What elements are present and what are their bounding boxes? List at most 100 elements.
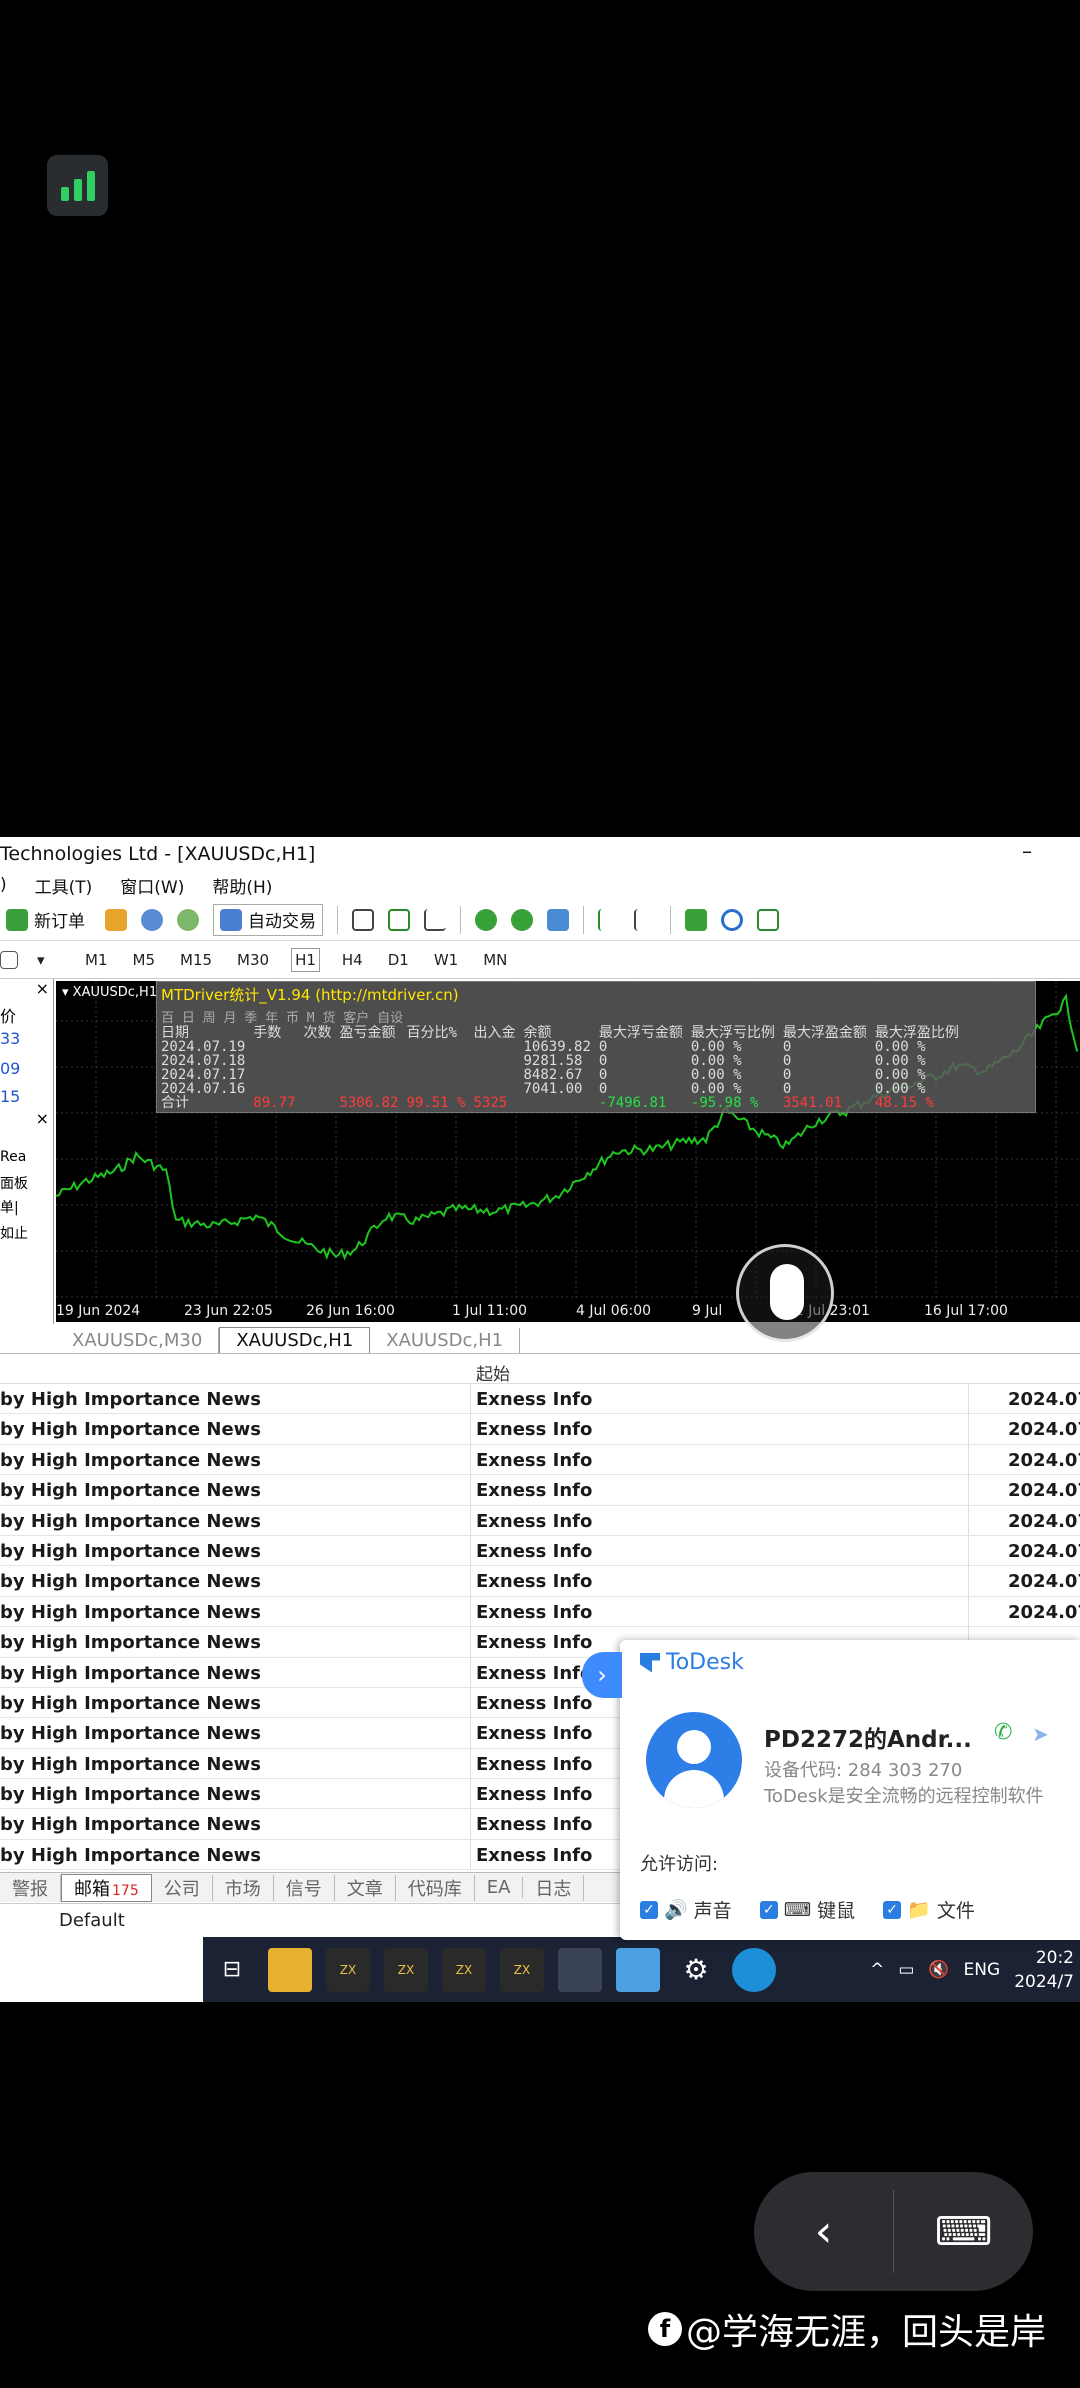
stats-row: 2024.07.16 7041.00 0 0.00 % 0 0.00 % [161,1082,967,1096]
stats-cell: 0 [782,1053,792,1069]
close-icon[interactable]: × [36,979,49,998]
overlay-menu[interactable]: 百 日 周 月 季 年 币 M 货 客户 自设 [157,1007,1035,1026]
exness-terminal-icon[interactable]: ZX [326,1947,370,1992]
exness-terminal-icon[interactable]: ZX [384,1947,428,1992]
tab-terminal-2[interactable]: 公司 [152,1874,213,1901]
checkbox-checked-icon[interactable]: ✓ [640,1900,658,1919]
close-icon[interactable]: × [36,1109,49,1128]
muted-speaker-icon[interactable]: 🔇 [928,1960,949,1980]
tab-chart-h1-2[interactable]: XAUUSDc,H1 [370,1328,521,1353]
chart-shift-icon[interactable] [598,908,620,931]
auto-trade-button[interactable]: 自动交易 [213,903,323,936]
exness-terminal-icon[interactable]: ZX [500,1947,544,1992]
table-row[interactable]: by High Importance News Exness Info 2024.0… [0,1475,1080,1506]
terminal-active-icon[interactable] [558,1947,602,1992]
clock[interactable]: 20:2 2024/7 [1014,1946,1074,1994]
panel-text: 单| [0,1200,19,1216]
tf-m30[interactable]: M30 [234,949,272,971]
pointer-icon[interactable]: ➤ [1032,1722,1049,1746]
task-view-icon[interactable]: ⊟ [210,1948,254,1992]
checkbox-checked-icon[interactable]: ✓ [759,1900,778,1919]
table-row[interactable]: by High Importance News Exness Info 2024.0… [0,1384,1080,1415]
tf-w1[interactable]: W1 [431,949,461,971]
language-indicator[interactable]: ENG [964,1960,1001,1980]
menu-item-window[interactable]: 窗口(W) [120,873,184,898]
tab-terminal-1[interactable]: 邮箱 175 [61,1873,152,1902]
stats-table: 日期 手数 次数 盈亏金额 百分比% 出入金 余额 最大浮亏金额 最大浮亏比例 最大浮盈金额 最大浮… [161,1026,967,1110]
stats-cell: 0 [782,1081,792,1097]
network-icon[interactable]: ▭ [898,1960,914,1980]
new-order-button[interactable]: 新订单 [0,904,91,936]
watermark: f @学海无涯，回头是岸 [648,2303,1046,2355]
option-keyboard-mouse[interactable]: ✓ ⌨ 键鼠 [759,1896,855,1923]
tile-windows-icon[interactable] [547,908,569,931]
users-icon[interactable] [141,908,163,931]
edge-browser-icon[interactable] [732,1947,776,1992]
time-axis-label: 26 Jun 16:00 [306,1303,395,1319]
collapse-arrow-button[interactable]: › [582,1652,622,1698]
arrows-tool-icon[interactable]: ▾ [37,951,63,969]
tab-chart-h1[interactable]: XAUUSDc,H1 [219,1327,371,1353]
stats-cell: 48.15 % [874,1095,934,1111]
option-sound[interactable]: ✓ 🔊 声音 [640,1896,732,1923]
table-row[interactable]: by High Importance News Exness Info 2024.0… [0,1566,1080,1597]
stats-cell [406,1040,473,1054]
indicators-icon[interactable] [685,908,707,931]
bar-chart-icon[interactable] [352,908,374,931]
column-header-source[interactable]: 起始 [476,1360,510,1385]
tab-terminal-3[interactable]: 市场 [213,1874,274,1901]
back-button[interactable]: ‹ [754,2172,893,2291]
tf-d1[interactable]: D1 [385,949,412,971]
chevron-up-icon[interactable]: ^ [870,1960,884,1980]
tab-terminal-7[interactable]: EA [475,1877,524,1898]
price-chart[interactable]: ▾ XAUUSDc,H1 MTDriver统计_V1.94 (http://mt… [56,981,1080,1322]
text-tool-icon[interactable] [0,950,18,969]
tab-terminal-0[interactable]: 警报 [0,1874,61,1901]
table-row[interactable]: by High Importance News Exness Info 2024.0… [0,1505,1080,1536]
table-row[interactable]: by High Importance News Exness Info 2024.0… [0,1596,1080,1628]
zoom-out-icon[interactable] [511,908,533,931]
tab-terminal-8[interactable]: 日志 [523,1874,585,1901]
news-source: Exness Info [476,1784,593,1806]
table-row[interactable]: by High Importance News Exness Info 2024.0… [0,1414,1080,1445]
mtdriver-stats-overlay[interactable]: MTDriver统计_V1.94 (http://mtdriver.cn) 百 … [156,981,1036,1113]
news-source: Exness Info [476,1601,593,1623]
zoom-in-icon[interactable] [475,908,497,931]
minimize-button[interactable]: – [1022,839,1032,863]
signal-stats-button[interactable] [47,155,108,216]
line-chart-icon[interactable] [424,908,446,931]
candlestick-icon[interactable] [388,908,410,931]
remote-app-icon[interactable] [616,1947,660,1992]
tf-m15[interactable]: M15 [177,949,215,971]
menu-item-prefix[interactable]: ) [0,875,7,895]
file-explorer-icon[interactable] [268,1947,312,1992]
exness-terminal-icon[interactable]: ZX [442,1947,486,1992]
navigator-panel[interactable]: × 价 33 09 15 × Rea 面板 单| 如止 [0,979,54,1324]
tf-h1[interactable]: H1 [291,947,320,972]
autoscroll-icon[interactable] [634,908,656,931]
tf-mn[interactable]: MN [480,949,510,971]
keyboard-button[interactable]: ⌨ [894,2172,1033,2291]
signal-bar-icon [86,171,95,201]
tab-terminal-5[interactable]: 文章 [335,1874,396,1901]
table-row[interactable]: by High Importance News Exness Info 2024.0… [0,1444,1080,1476]
settings-gear-icon[interactable]: ⚙ [674,1948,718,1992]
menu-item-help[interactable]: 帮助(H) [212,873,272,898]
tab-terminal-4[interactable]: 信号 [274,1874,335,1901]
globe-icon[interactable] [177,908,199,931]
column-divider [470,1627,471,1657]
option-file[interactable]: ✓ 📁 文件 [883,1896,975,1923]
tf-m1[interactable]: M1 [82,949,111,971]
templates-icon[interactable] [757,908,779,931]
checkbox-checked-icon[interactable]: ✓ [883,1900,902,1919]
periods-clock-icon[interactable] [721,908,743,931]
tab-terminal-6[interactable]: 代码库 [396,1874,475,1901]
phone-call-icon[interactable]: ✆ [994,1720,1012,1745]
tag-icon[interactable] [105,908,127,931]
tf-m5[interactable]: M5 [130,949,159,971]
menu-item-tools[interactable]: 工具(T) [35,873,93,898]
tf-h4[interactable]: H4 [339,949,366,971]
table-row[interactable]: by High Importance News Exness Info 2024.0… [0,1535,1080,1567]
tab-chart-m30[interactable]: XAUUSDc,M30 [56,1328,220,1353]
mouse-mode-indicator[interactable] [736,1244,834,1342]
